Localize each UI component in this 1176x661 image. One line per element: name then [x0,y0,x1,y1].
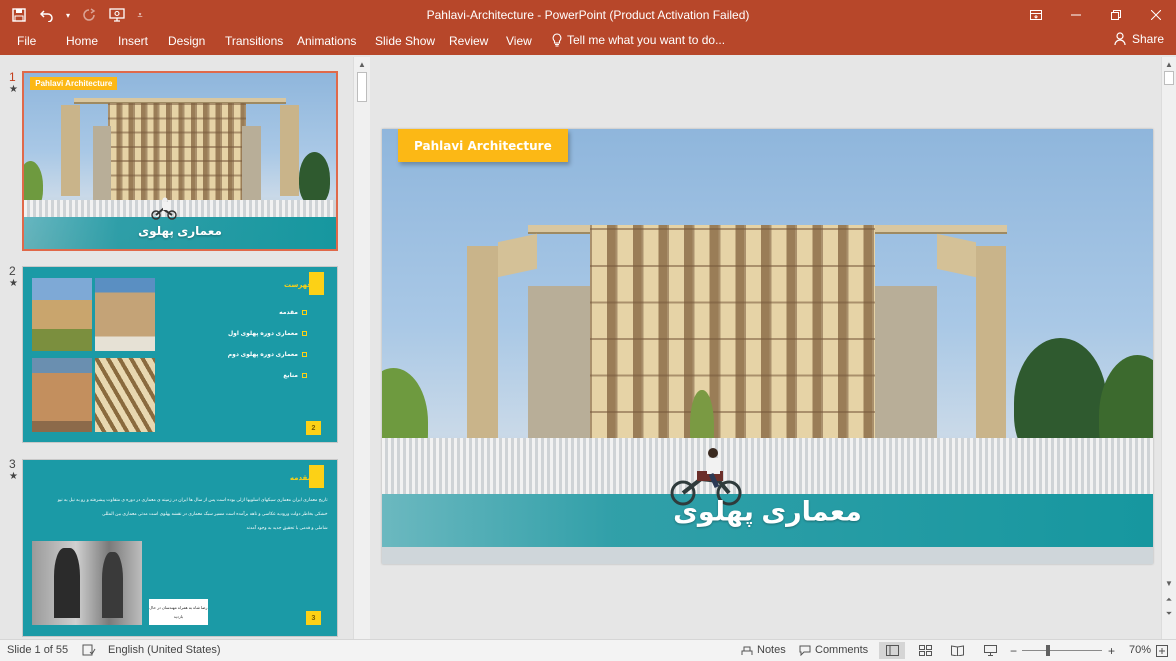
previous-slide-icon[interactable]: ⏶ [1162,595,1176,605]
title-bar: ▾ ⩡ Pahlavi-Architecture - PowerPoint (P… [0,0,1176,30]
thumbnail-body: تاریخ معماری ایران معماری سبکهای اسلوبها… [57,497,328,531]
slide-subtitle[interactable]: معماری پهلوی [382,496,1153,527]
language-indicator[interactable]: English (United States) [82,644,221,656]
tell-me-search[interactable]: Tell me what you want to do... [552,33,725,47]
slide-show-icon[interactable] [977,642,1003,659]
ribbon-display-options-icon[interactable] [1016,0,1056,30]
slide-thumbnail-1[interactable]: Pahlavi Architecture معماری پهلوی [22,71,338,251]
slide-scrollbar[interactable]: ▲ ▼ ⏶ ⏷ [1161,57,1176,639]
save-icon[interactable] [8,4,30,26]
animation-star-icon: ★ [9,471,18,482]
zoom-slider[interactable] [1022,650,1102,651]
tab-insert[interactable]: Insert [118,34,148,48]
animation-star-icon: ★ [9,278,18,289]
thumbnail-number: 2 [9,264,16,278]
thumbnail-page-number: 3 [305,611,322,626]
redo-icon[interactable] [78,4,100,26]
customize-qat-icon[interactable]: ⩡ [134,4,146,26]
tab-home[interactable]: Home [66,34,98,48]
tab-design[interactable]: Design [168,34,205,48]
tab-view[interactable]: View [506,34,532,48]
quick-access-toolbar: ▾ ⩡ [8,4,146,26]
undo-dropdown-icon[interactable]: ▾ [64,4,72,26]
tab-file[interactable]: File [17,34,36,48]
thumbnail-page-number: 2 [305,421,322,435]
scroll-up-icon[interactable]: ▲ [354,60,370,69]
motorcycle-rider-icon [151,197,177,220]
thumbnail-number: 1 [9,70,16,84]
scrollbar-thumb[interactable] [1164,71,1174,85]
close-icon[interactable] [1136,0,1176,30]
restore-icon[interactable] [1096,0,1136,30]
main-slide[interactable]: Pahlavi Architecture معماری پهلوی [382,129,1153,564]
fit-to-window-icon[interactable] [1151,642,1173,659]
person-icon [1114,32,1126,46]
thumbnail-heading: فهرست [284,282,312,289]
zoom-slider-knob[interactable] [1046,645,1050,656]
comments-button[interactable]: Comments [799,644,868,656]
comment-icon [799,645,811,656]
tell-me-label: Tell me what you want to do... [567,33,726,47]
window-controls [1016,0,1176,30]
thumbnail-banner: Pahlavi Architecture [30,76,118,90]
thumbnail-heading: مقدمه [289,475,312,483]
slide-thumbnail-2[interactable]: فهرست مقدمه معماری دوره پهلوی اول معماری… [22,266,338,443]
undo-icon[interactable] [36,4,58,26]
normal-view-icon[interactable] [879,642,905,659]
toc-item: معماری دوره پهلوی اول [228,330,307,337]
scrollbar-thumb[interactable] [357,72,367,102]
lightbulb-icon [552,33,562,47]
comments-label: Comments [815,644,869,656]
spelling-check-icon [82,644,96,656]
status-bar: Slide 1 of 55 English (United States) No… [0,639,1176,661]
zoom-level[interactable]: 70% [1129,644,1151,656]
slide-thumbnail-3[interactable]: مقدمه تاریخ معماری ایران معماری سبکهای ا… [22,459,338,637]
notes-button[interactable]: Notes [741,644,786,656]
share-label: Share [1131,32,1164,46]
thumbnail-subtitle: معماری پهلوی [138,224,222,239]
toc-item: منابع [283,372,307,379]
thumbnail-caption: رضا شاه به همراه مهندسان در حال بازدید [148,599,209,626]
reading-view-icon[interactable] [944,642,970,659]
zoom-out-icon[interactable]: − [1010,644,1017,658]
thumbnail-number: 3 [9,457,16,471]
tab-slide-show[interactable]: Slide Show [375,34,435,48]
toc-item: مقدمه [279,309,307,316]
ribbon-tabs: File Home Insert Design Transitions Anim… [0,30,1176,55]
notes-label: Notes [757,644,786,656]
present-icon[interactable] [106,4,128,26]
slide-indicator[interactable]: Slide 1 of 55 [7,644,68,656]
minimize-icon[interactable] [1056,0,1096,30]
tab-transitions[interactable]: Transitions [225,34,283,48]
tab-review[interactable]: Review [449,34,488,48]
zoom-in-icon[interactable]: + [1108,644,1115,658]
scroll-up-icon[interactable]: ▲ [1162,60,1176,69]
scroll-down-icon[interactable]: ▼ [1162,579,1176,588]
language-label: English (United States) [108,644,221,656]
thumbnail-scrollbar[interactable]: ▲ [353,57,370,639]
window-title: Pahlavi-Architecture - PowerPoint (Produ… [426,8,750,22]
toc-item: معماری دوره پهلوی دوم [228,351,307,358]
animation-star-icon: ★ [9,84,18,95]
tab-animations[interactable]: Animations [297,34,356,48]
share-button[interactable]: Share [1114,32,1164,46]
next-slide-icon[interactable]: ⏷ [1162,609,1176,619]
slide-thumbnail-pane: 1 ★ Pahlavi Architecture معماری پهلوی 2 … [0,57,370,639]
slide-sorter-icon[interactable] [912,642,938,659]
slide-banner[interactable]: Pahlavi Architecture [398,129,568,162]
notes-icon [741,646,753,655]
